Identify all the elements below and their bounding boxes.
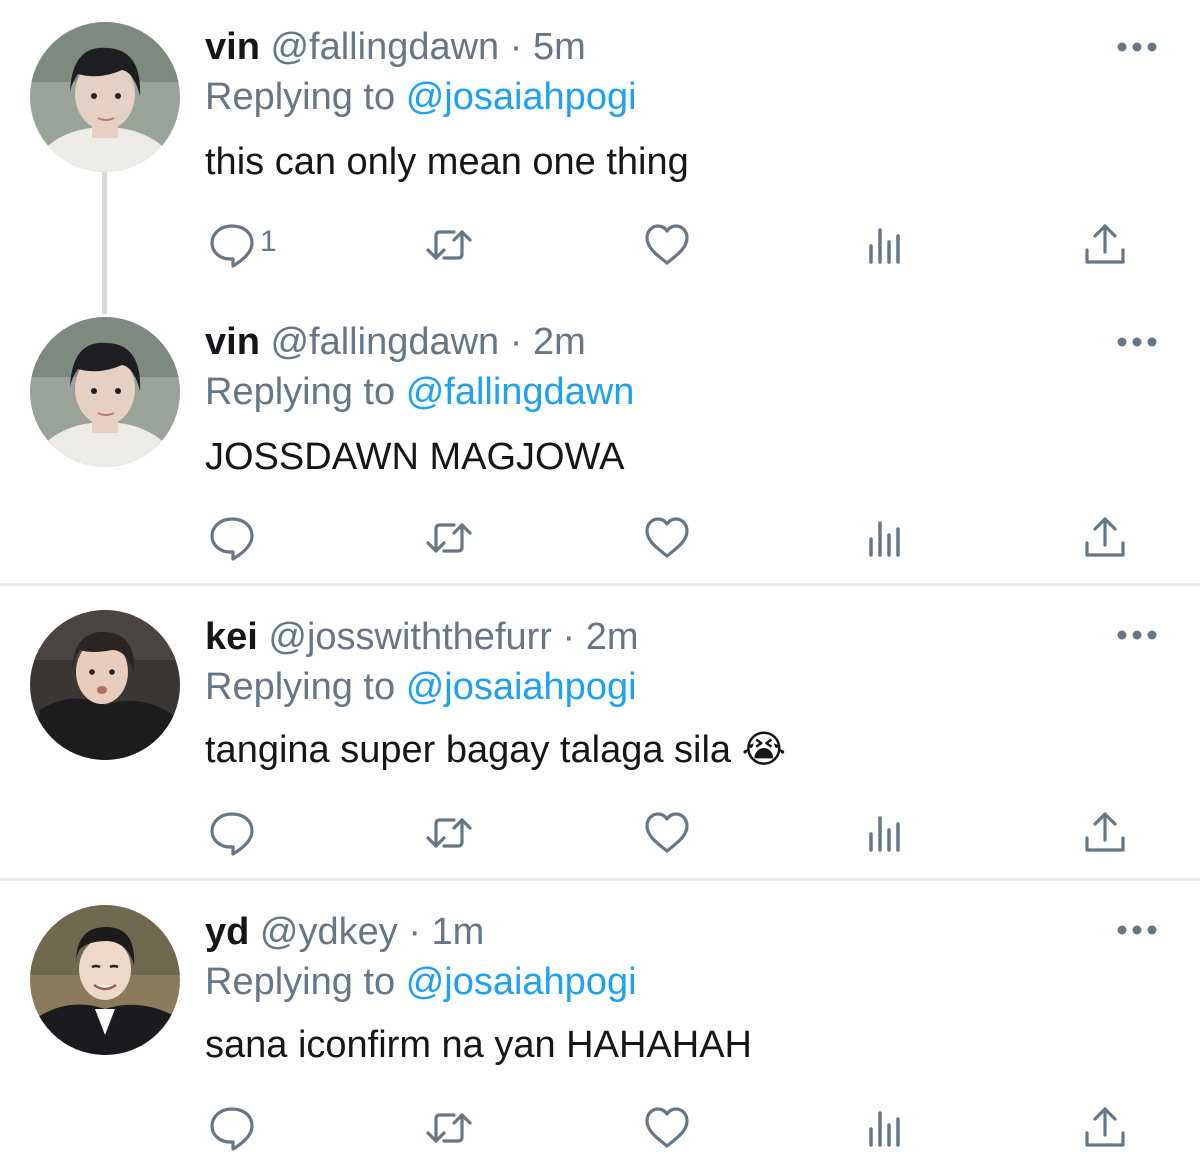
heart-icon[interactable]: [642, 808, 692, 858]
share-icon[interactable]: [1080, 1103, 1130, 1153]
tweet-header: kei @josswiththefurr · 2m: [205, 615, 639, 659]
display-name[interactable]: vin: [205, 321, 260, 363]
more-icon[interactable]: [1115, 920, 1159, 940]
avatar[interactable]: [30, 317, 180, 467]
reply-icon[interactable]: [207, 1103, 257, 1153]
avatar[interactable]: [30, 22, 180, 172]
analytics-icon[interactable]: [861, 1103, 911, 1153]
separator-dot: ·: [509, 321, 523, 363]
avatar[interactable]: [30, 905, 180, 1055]
replying-to-line: Replying to @josaiahpogi: [205, 665, 637, 709]
reply-icon[interactable]: [207, 220, 257, 270]
replying-to-line: Replying to @josaiahpogi: [205, 75, 637, 119]
tweet-text: tangina super bagay talaga sila 😭: [205, 728, 786, 772]
timestamp[interactable]: 5m: [533, 26, 586, 68]
timestamp[interactable]: 2m: [533, 321, 586, 363]
display-name[interactable]: yd: [205, 911, 249, 953]
heart-icon[interactable]: [642, 1103, 692, 1153]
analytics-icon[interactable]: [861, 220, 911, 270]
tweet-header: yd @ydkey · 1m: [205, 910, 484, 954]
share-icon[interactable]: [1080, 220, 1130, 270]
handle[interactable]: @ydkey: [260, 911, 398, 953]
tweet-text: JOSSDAWN MAGJOWA: [205, 436, 625, 478]
more-icon[interactable]: [1115, 332, 1159, 352]
tweet[interactable]: vin @fallingdawn · 2m Replying to @falli…: [0, 295, 1200, 583]
display-name[interactable]: vin: [205, 26, 260, 68]
separator-dot: ·: [509, 26, 523, 68]
handle[interactable]: @fallingdawn: [270, 26, 499, 68]
replying-to-mention[interactable]: @josaiahpogi: [406, 666, 637, 708]
retweet-icon[interactable]: [424, 1103, 474, 1153]
retweet-icon[interactable]: [424, 220, 474, 270]
more-icon[interactable]: [1115, 625, 1159, 645]
timestamp[interactable]: 1m: [432, 911, 485, 953]
share-icon[interactable]: [1080, 513, 1130, 563]
handle[interactable]: @fallingdawn: [270, 321, 499, 363]
replying-to-label: Replying to: [205, 371, 396, 413]
separator-dot: ·: [408, 911, 421, 953]
replying-to-line: Replying to @josaiahpogi: [205, 960, 637, 1004]
tweet-header: vin @fallingdawn · 2m: [205, 320, 586, 364]
heart-icon[interactable]: [642, 220, 692, 270]
replying-to-label: Replying to: [205, 76, 396, 118]
tweet[interactable]: yd @ydkey · 1m Replying to @josaiahpogi …: [0, 885, 1200, 1175]
replying-to-mention[interactable]: @josaiahpogi: [406, 76, 637, 118]
avatar[interactable]: [30, 610, 180, 760]
more-icon[interactable]: [1115, 37, 1159, 57]
divider: [0, 583, 1200, 586]
display-name[interactable]: kei: [205, 616, 258, 658]
replying-to-label: Replying to: [205, 666, 396, 708]
reply-count: 1: [260, 225, 277, 258]
reply-icon[interactable]: [207, 513, 257, 563]
handle[interactable]: @josswiththefurr: [268, 616, 552, 658]
timestamp[interactable]: 2m: [586, 616, 639, 658]
tweet-text: this can only mean one thing: [205, 141, 689, 183]
tweet-text: sana iconfirm na yan HAHAHAH: [205, 1024, 752, 1066]
analytics-icon[interactable]: [861, 808, 911, 858]
divider: [0, 878, 1200, 881]
separator-dot: ·: [562, 616, 576, 658]
share-icon[interactable]: [1080, 808, 1130, 858]
replying-to-mention[interactable]: @josaiahpogi: [406, 961, 637, 1003]
retweet-icon[interactable]: [424, 513, 474, 563]
tweet[interactable]: vin @fallingdawn · 5m Replying to @josai…: [0, 0, 1200, 295]
tweet-text-body: tangina super bagay talaga sila: [205, 729, 732, 771]
heart-icon[interactable]: [642, 513, 692, 563]
reply-icon[interactable]: [207, 808, 257, 858]
replying-to-mention[interactable]: @fallingdawn: [406, 371, 635, 413]
retweet-icon[interactable]: [424, 808, 474, 858]
analytics-icon[interactable]: [861, 513, 911, 563]
loudly-crying-emoji: 😭: [741, 729, 787, 771]
tweet-header: vin @fallingdawn · 5m: [205, 25, 586, 69]
tweet[interactable]: kei @josswiththefurr · 2m Replying to @j…: [0, 590, 1200, 878]
replying-to-line: Replying to @fallingdawn: [205, 370, 634, 414]
replying-to-label: Replying to: [205, 961, 396, 1003]
